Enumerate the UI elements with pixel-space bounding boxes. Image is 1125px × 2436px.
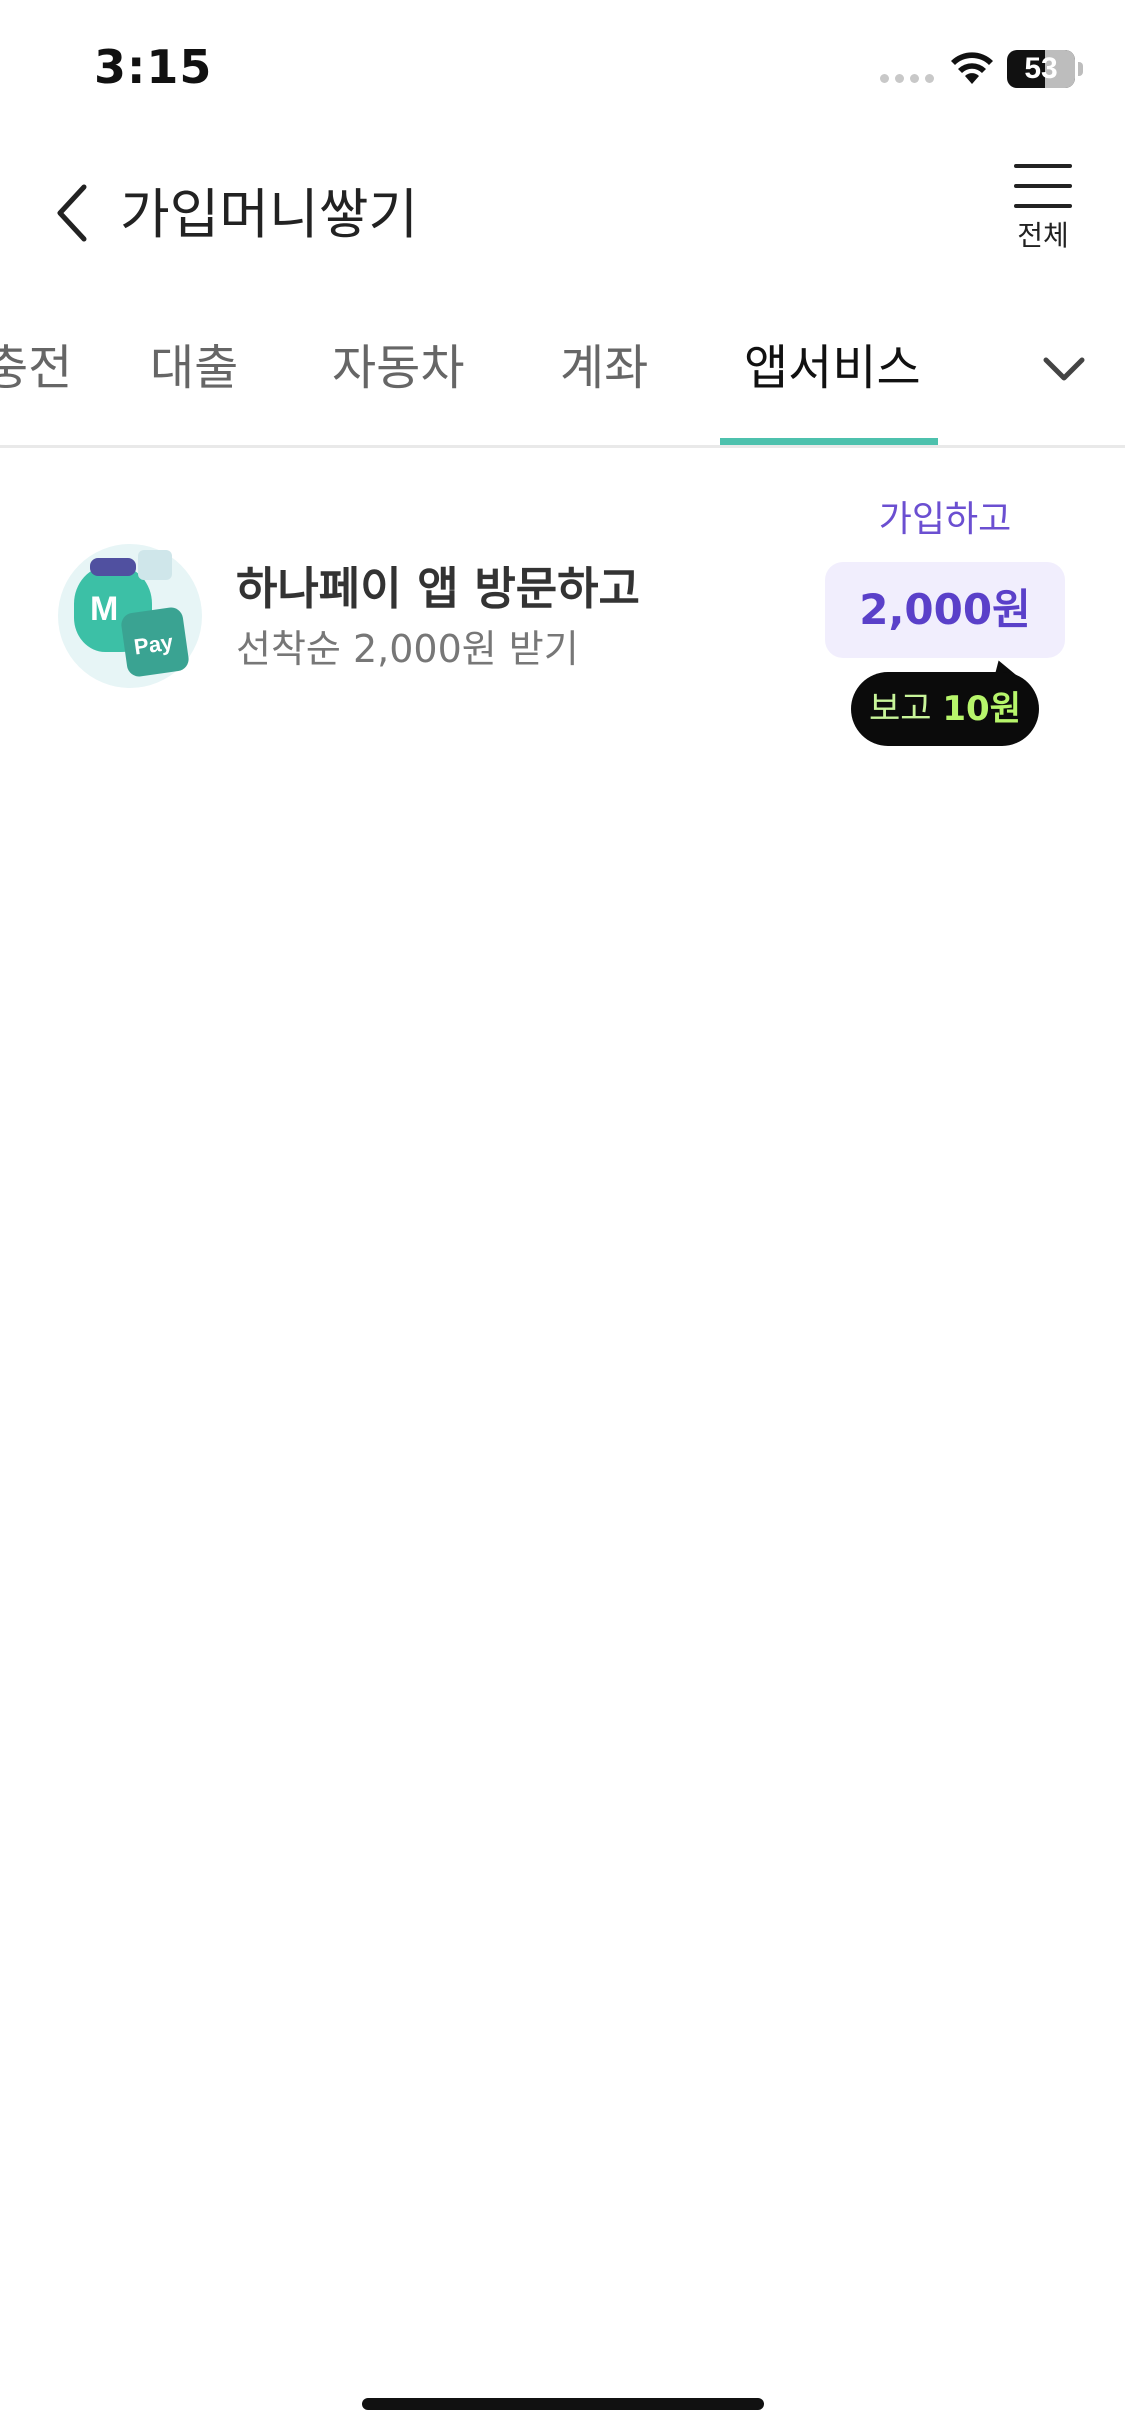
tab-car[interactable]: 자동차 — [332, 328, 464, 398]
bubble-amount: 10원 — [942, 689, 1021, 729]
status-bar: 3:15 53 — [0, 0, 1125, 140]
tab-loan[interactable]: 대출 — [150, 328, 238, 398]
battery-icon: 53 — [1007, 50, 1075, 88]
thumbnail-badge-letter: M — [90, 590, 119, 628]
all-menu-button[interactable]: 전체 — [1005, 164, 1081, 274]
category-tabs: 충전 대출 자동차 계좌 앱서비스 — [0, 300, 1125, 448]
home-indicator[interactable] — [362, 2398, 764, 2410]
tab-account[interactable]: 계좌 — [560, 328, 648, 398]
chevron-down-icon[interactable] — [1038, 350, 1090, 390]
header: 가입머니쌓기 전체 — [0, 140, 1125, 285]
reward-amount-button[interactable]: 2,000원 — [825, 562, 1065, 658]
view-reward-bubble: 보고 10원 — [851, 672, 1039, 746]
back-chevron-icon[interactable] — [48, 173, 98, 253]
offer-list-item[interactable]: M Pay 하나페이 앱 방문하고 선착순 2,000원 받기 가입하고 2,0… — [0, 470, 1125, 770]
active-tab-indicator — [720, 438, 938, 445]
wifi-icon — [951, 52, 993, 84]
bubble-prefix: 보고 — [869, 689, 943, 729]
status-time: 3:15 — [94, 40, 213, 94]
tab-charge[interactable]: 충전 — [0, 328, 72, 398]
thumbnail-brand-text: Pay — [132, 629, 175, 660]
cellular-signal-icon — [880, 74, 934, 83]
page-title: 가입머니쌓기 — [120, 183, 419, 246]
battery-level: 53 — [1024, 52, 1058, 85]
reward-caption: 가입하고 — [878, 499, 1012, 540]
offer-subtitle: 선착순 2,000원 받기 — [236, 627, 579, 671]
tab-app-service[interactable]: 앱서비스 — [744, 328, 921, 398]
hamburger-icon — [1014, 164, 1072, 168]
hanapay-thumbnail: M Pay — [58, 544, 202, 688]
offer-title: 하나페이 앱 방문하고 — [236, 562, 640, 615]
battery-tip — [1078, 62, 1083, 76]
all-menu-label: 전체 — [1017, 219, 1069, 252]
